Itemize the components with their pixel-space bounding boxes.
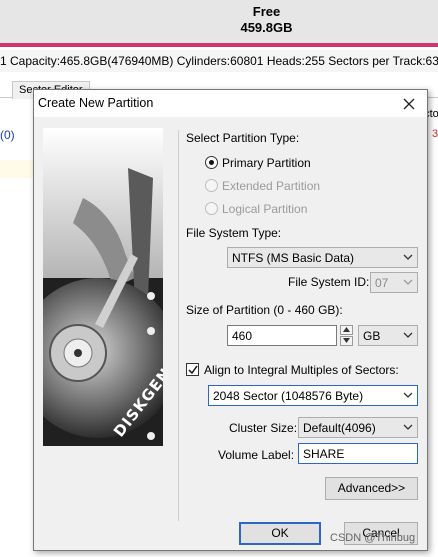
size-unit-value: GB [363,329,381,343]
file-system-select[interactable]: NTFS (MS Basic Data) [227,247,418,268]
advanced-button[interactable]: Advanced>> [325,477,418,500]
ok-button[interactable]: OK [239,522,321,545]
partition-color-bar [0,43,438,47]
volume-label-input[interactable]: SHARE [298,443,418,464]
background-partition-fragment: (0) [0,128,15,142]
file-system-id-select: 07 [370,272,418,293]
align-sectors-value: 2048 Sector (1048576 Byte) [213,389,364,403]
radio-logical-button [205,202,218,215]
dialog-content: DISKGENIUS Select Partition Type: Primar… [34,117,427,550]
align-sectors-label[interactable]: Align to Integral Multiples of Sectors: [204,363,399,377]
free-space-size: 459.8GB [240,20,293,35]
chevron-down-icon [402,276,414,288]
hard-disk-image: DISKGENIUS [43,128,163,446]
partition-size-heading: Size of Partition (0 - 460 GB): [186,303,343,317]
radio-primary-button[interactable] [205,156,218,169]
hard-disk-icon: DISKGENIUS [43,128,163,446]
cluster-size-label: Cluster Size: [229,421,298,435]
radio-logical-label: Logical Partition [222,202,308,216]
watermark-text: CSDN @Thinbug [330,532,416,544]
align-sectors-checkbox[interactable] [186,363,199,376]
chevron-down-icon [402,251,414,263]
chevron-down-icon [402,329,414,341]
radio-extended-button [205,179,218,192]
volume-label-label: Volume Label: [218,448,295,462]
background-value-fragment: 3 [432,128,438,140]
spin-down-button[interactable] [340,336,353,346]
checkmark-icon [188,365,198,375]
radio-extended-label: Extended Partition [222,179,321,193]
spin-down-icon [343,338,350,343]
dialog-title: Create New Partition [38,96,154,110]
align-sectors-select[interactable]: 2048 Sector (1048576 Byte) [208,385,418,406]
group-divider [178,130,179,521]
dialog-title-bar: Create New Partition [34,90,427,117]
background-row-highlight [0,160,34,178]
radio-primary-label: Primary Partition [222,156,311,170]
volume-label-value: SHARE [303,447,345,461]
partition-size-input[interactable]: 460 [227,325,337,346]
partition-size-value: 460 [232,329,253,343]
spin-up-button[interactable] [340,325,353,335]
file-system-id-label: File System ID: [288,275,370,289]
close-icon [403,98,415,110]
spin-up-icon [343,327,350,332]
size-unit-select[interactable]: GB [358,325,418,346]
partition-bar-area: Free 459.8GB [0,0,438,43]
chevron-down-icon [402,389,414,401]
disk-info-text: 1 Capacity:465.8GB(476940MB) Cylinders:6… [0,54,438,68]
disk-info-line: 1 Capacity:465.8GB(476940MB) Cylinders:6… [0,50,438,72]
file-system-value: NTFS (MS Basic Data) [232,251,355,265]
file-system-id-value: 07 [375,276,389,290]
cluster-size-select[interactable]: Default(4096) [298,417,418,438]
partition-type-heading: Select Partition Type: [186,131,300,145]
partition-size-stepper[interactable] [340,325,353,346]
file-system-heading: File System Type: [186,226,282,240]
close-button[interactable] [399,94,419,114]
chevron-down-icon [402,421,414,433]
cluster-size-value: Default(4096) [303,421,376,435]
create-partition-dialog: Create New Partition Select Partition Ty… [33,89,428,551]
free-space-label: Free [252,4,281,19]
